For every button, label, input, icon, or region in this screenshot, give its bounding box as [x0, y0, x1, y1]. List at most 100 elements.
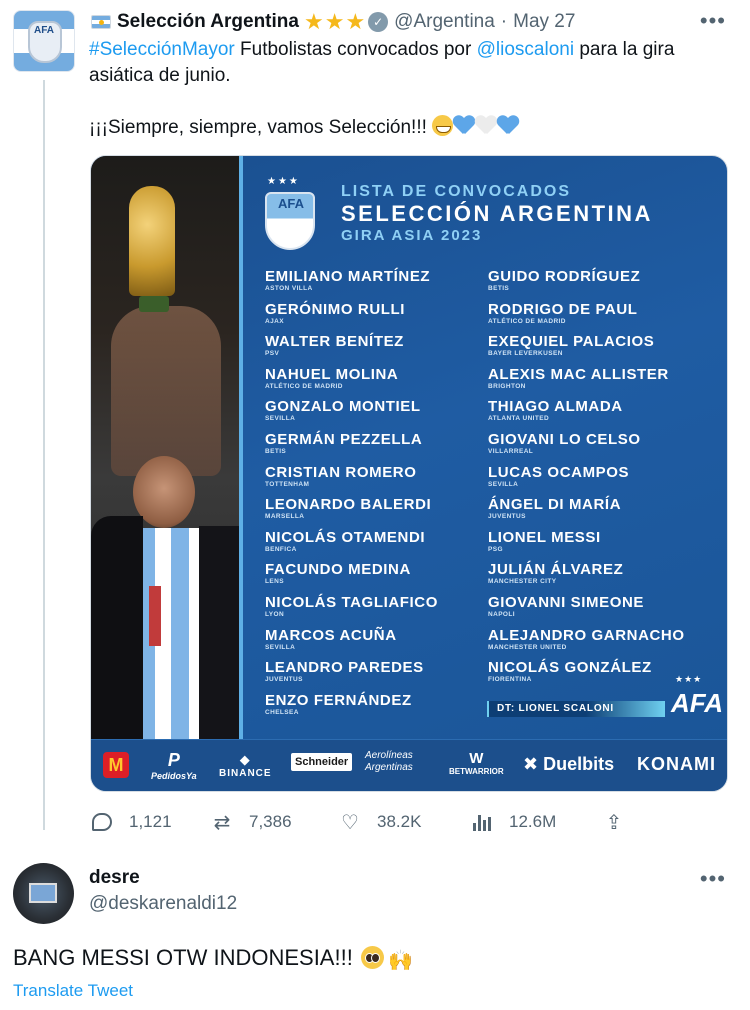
tweet-actions: 1,121 ⇄ 7,386 ♡ 38.2K 12.6M ⇪ [89, 808, 634, 836]
like-count: 38.2K [377, 812, 422, 831]
afa-logo-text: AFA [671, 688, 723, 718]
afa-logo-icon: ★★★ AFA [671, 674, 723, 718]
player-entry: GUIDO RODRÍGUEZ BETIS [488, 268, 685, 301]
player-entry: WALTER BENÍTEZ PSV [265, 333, 438, 366]
raising-hands-emoji-icon: 🙌 [387, 950, 413, 972]
player-club: ATLANTA UNITED [488, 415, 550, 423]
messi-trophy-photo [91, 156, 239, 741]
reply-text-body: BANG MESSI OTW INDONESIA!!! [13, 945, 359, 970]
share-icon: ⇪ [605, 811, 623, 834]
player-entry: LEONARDO BALERDI MARSELLA [265, 496, 438, 529]
star-icon: ★ [303, 9, 324, 34]
player-club: MANCHESTER CITY [488, 578, 557, 586]
tweet-header: Selección Argentina ★ ★ ★ ✓ @Argentina ·… [91, 10, 575, 34]
player-club: BENFICA [265, 545, 297, 553]
blue-heart-icon [453, 116, 475, 136]
player-entry: GIOVANNI SIMEONE NAPOLI [488, 594, 685, 627]
like-button[interactable]: ♡ 38.2K [339, 808, 421, 836]
reply-handle[interactable]: @deskarenaldi12 [89, 893, 237, 915]
blue-heart-icon [497, 116, 519, 136]
stars: ★ ★ ★ [304, 11, 366, 33]
poster-title-2: SELECCIÓN ARGENTINA [341, 201, 653, 226]
player-name: ALEJANDRO GARNACHO [488, 626, 685, 644]
tweet-date[interactable]: May 27 [513, 11, 575, 33]
reply-avatar[interactable] [13, 863, 74, 924]
retweet-button[interactable]: ⇄ 7,386 [211, 808, 292, 836]
player-entry: ÁNGEL DI MARÍA JUVENTUS [488, 496, 685, 529]
sponsors-bar: M P PedidosYa ◆ BINANCE Schneider Aerolíne… [91, 739, 727, 791]
player-entry: RODRIGO DE PAUL ATLÉTICO DE MADRID [488, 301, 685, 334]
mcdonalds-logo-icon: M [103, 752, 129, 778]
player-name: NICOLÁS GONZÁLEZ [488, 659, 652, 677]
player-entry: MARCOS ACUÑA SEVILLA [265, 627, 438, 660]
hashtag-link[interactable]: #SelecciónMayor [89, 39, 235, 60]
player-name: NICOLÁS OTAMENDI [265, 528, 426, 546]
more-icon[interactable]: ••• [700, 8, 726, 34]
grin-emoji-icon [432, 115, 454, 136]
player-club: JUVENTUS [265, 676, 303, 684]
player-entry: NICOLÁS OTAMENDI BENFICA [265, 529, 438, 562]
player-entry: EMILIANO MARTÍNEZ ASTON VILLA [265, 268, 438, 301]
player-club: LYON [265, 610, 285, 618]
flag-argentina-icon [91, 15, 111, 29]
reply-count: 1,121 [129, 812, 172, 831]
player-club: SEVILLA [488, 480, 519, 488]
reply-button[interactable]: 1,121 [91, 808, 172, 836]
reply-display-name[interactable]: desre [89, 867, 140, 889]
pleading-face-emoji-icon [360, 946, 384, 969]
like-icon: ♡ [341, 811, 359, 834]
poster-divider [239, 156, 243, 741]
views-count: 12.6M [509, 812, 557, 831]
player-entry: GERMÁN PEZZELLA BETIS [265, 431, 438, 464]
player-entry: GONZALO MONTIEL SEVILLA [265, 398, 438, 431]
player-entry: ALEXIS MAC ALLISTER BRIGHTON [488, 366, 685, 399]
betwarrior-logo-icon: W BETWARRIOR [449, 750, 504, 776]
player-club: MANCHESTER UNITED [488, 643, 567, 651]
player-name: LIONEL MESSI [488, 528, 601, 546]
player-club: SEVILLA [265, 643, 296, 651]
display-name[interactable]: Selección Argentina [117, 11, 299, 33]
player-name: EXEQUIEL PALACIOS [488, 333, 655, 351]
handle[interactable]: @Argentina [394, 11, 495, 33]
player-entry: GERÓNIMO RULLI AJAX [265, 301, 438, 334]
player-entry: JULIÁN ÁLVAREZ MANCHESTER CITY [488, 561, 685, 594]
player-name: NAHUEL MOLINA [265, 365, 399, 383]
more-icon[interactable]: ••• [700, 866, 726, 892]
player-name: CRISTIAN ROMERO [265, 463, 417, 481]
share-button[interactable]: ⇪ [603, 808, 641, 836]
player-club: ASTON VILLA [265, 285, 313, 292]
mention-link[interactable]: @lioscaloni [477, 39, 574, 60]
views-button[interactable]: 12.6M [471, 808, 556, 836]
reply-text: BANG MESSI OTW INDONESIA!!! 🙌 [13, 945, 413, 973]
player-name: JULIÁN ÁLVAREZ [488, 561, 624, 579]
player-list-right: GUIDO RODRÍGUEZ BETIS RODRIGO DE PAUL ATLÉ… [488, 268, 685, 692]
thread-line [43, 80, 45, 830]
schneider-logo-icon: Schneider [291, 753, 353, 771]
tweet-main[interactable]: AFA Selección Argentina ★ ★ ★ ✓ @Argenti… [0, 0, 750, 850]
player-name: LUCAS OCAMPOS [488, 463, 630, 481]
player-entry: ALEJANDRO GARNACHO MANCHESTER UNITED [488, 627, 685, 660]
views-icon [471, 811, 493, 833]
player-name: EMILIANO MARTÍNEZ [265, 268, 431, 285]
tweet-avatar[interactable]: AFA [13, 10, 75, 72]
player-list-left: EMILIANO MARTÍNEZ ASTON VILLA GERÓNIMO RU… [265, 268, 438, 724]
player-name: GERÓNIMO RULLI [265, 300, 406, 318]
reply-tweet[interactable]: desre @deskarenaldi12 ••• BANG MESSI OTW… [0, 850, 750, 1010]
player-club: BETIS [488, 285, 510, 292]
player-club: MARSELLA [265, 513, 305, 521]
translate-tweet-link[interactable]: Translate Tweet [13, 981, 133, 1001]
star-icon: ★ [324, 9, 345, 34]
player-name: FACUNDO MEDINA [265, 561, 411, 579]
poster-title-3: GIRA ASIA 2023 [341, 227, 483, 244]
player-entry: LIONEL MESSI PSG [488, 529, 685, 562]
player-club: CHELSEA [265, 708, 299, 716]
player-club: BAYER LEVERKUSEN [488, 350, 563, 358]
player-entry: LEANDRO PAREDES JUVENTUS [265, 659, 438, 692]
konami-logo-icon: KONAMI [637, 754, 716, 774]
avatar-crest-text: AFA [34, 25, 54, 36]
player-name: GUIDO RODRÍGUEZ [488, 268, 641, 285]
tweet-media-image[interactable]: ★★★ AFA LISTA DE CONVOCADOS SELECCIÓN AR… [90, 155, 728, 792]
player-name: RODRIGO DE PAUL [488, 300, 638, 318]
retweet-count: 7,386 [249, 812, 292, 831]
player-club: VILLARREAL [488, 447, 534, 455]
